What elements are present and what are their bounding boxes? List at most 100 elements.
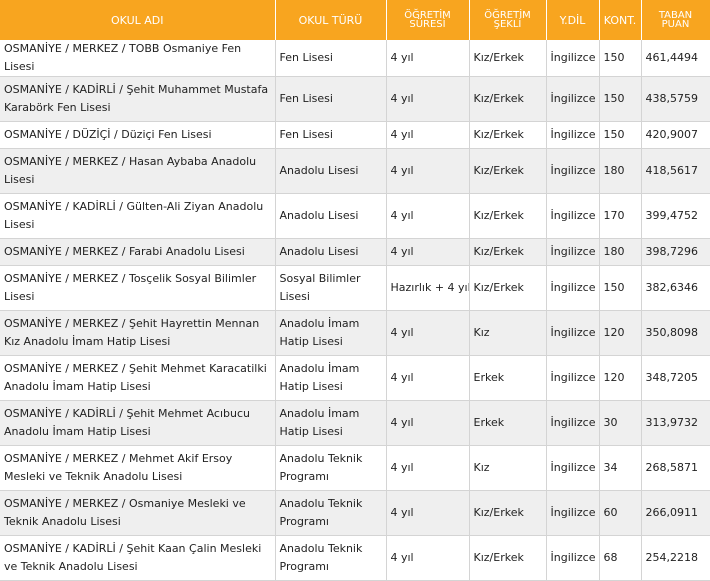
quota-cell: 150 (599, 40, 642, 77)
school-type-cell: Fen Lisesi (275, 76, 387, 122)
language-cell: İngilizce (546, 445, 600, 491)
school-type-cell: Anadolu Teknik Programı (275, 490, 387, 536)
table-row: OSMANİYE / KADİRLİ / Şehit Mehmet Acıbuc… (0, 400, 710, 446)
education-form-cell: Kız/Erkek (469, 535, 547, 581)
header-row: OKUL ADI OKUL TÜRÜ ÖĞRETİM SÜRESİ ÖĞRETİ… (0, 0, 710, 40)
header-duration-line2: SÜRESİ (409, 19, 446, 30)
language-cell: İngilizce (546, 535, 600, 581)
base-score-cell: 348,7205 (641, 355, 710, 401)
base-score-cell: 418,5617 (641, 148, 710, 194)
quota-cell: 170 (599, 193, 642, 239)
quota-cell: 180 (599, 238, 642, 266)
education-form-cell: Erkek (469, 400, 547, 446)
school-name-cell: OSMANİYE / MERKEZ / Şehit Mehmet Karacat… (0, 355, 276, 401)
duration-cell: 4 yıl (386, 310, 470, 356)
table-row: OSMANİYE / KADİRLİ / Şehit Muhammet Must… (0, 76, 710, 122)
base-score-cell: 268,5871 (641, 445, 710, 491)
school-type-cell: Anadolu İmam Hatip Lisesi (275, 355, 387, 401)
base-score-cell: 399,4752 (641, 193, 710, 239)
school-name-cell: OSMANİYE / MERKEZ / Hasan Aybaba Anadolu… (0, 148, 276, 194)
school-type-cell: Anadolu İmam Hatip Lisesi (275, 400, 387, 446)
table-row: OSMANİYE / MERKEZ / Mehmet Akif Ersoy Me… (0, 445, 710, 491)
school-name-cell: OSMANİYE / KADİRLİ / Gülten-Ali Ziyan An… (0, 193, 276, 239)
base-score-cell: 254,2218 (641, 535, 710, 581)
base-score-cell: 313,9732 (641, 400, 710, 446)
table-row: OSMANİYE / KADİRLİ / Şehit Kaan Çalin Me… (0, 535, 710, 581)
header-form[interactable]: ÖĞRETİM ŞEKLİ (469, 0, 547, 40)
base-score-cell: 350,8098 (641, 310, 710, 356)
education-form-cell: Kız/Erkek (469, 265, 547, 311)
education-form-cell: Kız (469, 445, 547, 491)
duration-cell: 4 yıl (386, 490, 470, 536)
language-cell: İngilizce (546, 490, 600, 536)
school-type-cell: Fen Lisesi (275, 121, 387, 149)
education-form-cell: Kız/Erkek (469, 490, 547, 536)
language-cell: İngilizce (546, 238, 600, 266)
school-name-cell: OSMANİYE / MERKEZ / Osmaniye Mesleki ve … (0, 490, 276, 536)
school-type-cell: Anadolu İmam Hatip Lisesi (275, 310, 387, 356)
school-type-cell: Anadolu Lisesi (275, 193, 387, 239)
school-name-cell: OSMANİYE / KADİRLİ / Şehit Mehmet Acıbuc… (0, 400, 276, 446)
table-row: OSMANİYE / MERKEZ / TOBB Osmaniye Fen Li… (0, 40, 710, 77)
quota-cell: 120 (599, 310, 642, 356)
duration-cell: 4 yıl (386, 535, 470, 581)
duration-cell: 4 yıl (386, 355, 470, 401)
header-school-type[interactable]: OKUL TÜRÜ (275, 0, 387, 40)
base-score-cell: 461,4494 (641, 40, 710, 77)
table-body: OSMANİYE / MERKEZ / TOBB Osmaniye Fen Li… (0, 40, 710, 581)
duration-cell: 4 yıl (386, 400, 470, 446)
language-cell: İngilizce (546, 310, 600, 356)
header-language[interactable]: Y.DİL (546, 0, 600, 40)
school-name-cell: OSMANİYE / MERKEZ / TOBB Osmaniye Fen Li… (0, 40, 276, 77)
school-name-cell: OSMANİYE / MERKEZ / Şehit Hayrettin Menn… (0, 310, 276, 356)
school-score-table: OKUL ADI OKUL TÜRÜ ÖĞRETİM SÜRESİ ÖĞRETİ… (0, 0, 710, 581)
header-score[interactable]: TABAN PUAN (641, 0, 710, 40)
school-name-cell: OSMANİYE / KADİRLİ / Şehit Kaan Çalin Me… (0, 535, 276, 581)
base-score-cell: 438,5759 (641, 76, 710, 122)
duration-cell: 4 yıl (386, 193, 470, 239)
quota-cell: 30 (599, 400, 642, 446)
duration-cell: 4 yıl (386, 445, 470, 491)
school-name-cell: OSMANİYE / KADİRLİ / Şehit Muhammet Must… (0, 76, 276, 122)
duration-cell: 4 yıl (386, 121, 470, 149)
education-form-cell: Erkek (469, 355, 547, 401)
table-row: OSMANİYE / MERKEZ / Şehit Hayrettin Menn… (0, 310, 710, 356)
table-row: OSMANİYE / MERKEZ / Hasan Aybaba Anadolu… (0, 148, 710, 194)
school-type-cell: Anadolu Lisesi (275, 238, 387, 266)
table-header: OKUL ADI OKUL TÜRÜ ÖĞRETİM SÜRESİ ÖĞRETİ… (0, 0, 710, 40)
school-type-cell: Fen Lisesi (275, 40, 387, 77)
table-row: OSMANİYE / MERKEZ / Şehit Mehmet Karacat… (0, 355, 710, 401)
school-name-cell: OSMANİYE / MERKEZ / Tosçelik Sosyal Bili… (0, 265, 276, 311)
duration-cell: 4 yıl (386, 238, 470, 266)
education-form-cell: Kız/Erkek (469, 40, 547, 77)
school-type-cell: Anadolu Teknik Programı (275, 445, 387, 491)
education-form-cell: Kız/Erkek (469, 238, 547, 266)
base-score-cell: 420,9007 (641, 121, 710, 149)
education-form-cell: Kız/Erkek (469, 148, 547, 194)
header-school-name[interactable]: OKUL ADI (0, 0, 276, 40)
language-cell: İngilizce (546, 355, 600, 401)
base-score-cell: 382,6346 (641, 265, 710, 311)
base-score-cell: 398,7296 (641, 238, 710, 266)
duration-cell: Hazırlık + 4 yıl (386, 265, 470, 311)
school-type-cell: Anadolu Teknik Programı (275, 535, 387, 581)
language-cell: İngilizce (546, 400, 600, 446)
base-score-cell: 266,0911 (641, 490, 710, 536)
language-cell: İngilizce (546, 121, 600, 149)
duration-cell: 4 yıl (386, 40, 470, 77)
header-form-line2: ŞEKLİ (493, 19, 522, 30)
language-cell: İngilizce (546, 76, 600, 122)
header-duration[interactable]: ÖĞRETİM SÜRESİ (386, 0, 470, 40)
table-row: OSMANİYE / MERKEZ / Farabi Anadolu Lises… (0, 238, 710, 266)
quota-cell: 180 (599, 148, 642, 194)
duration-cell: 4 yıl (386, 148, 470, 194)
education-form-cell: Kız/Erkek (469, 121, 547, 149)
language-cell: İngilizce (546, 148, 600, 194)
school-name-cell: OSMANİYE / MERKEZ / Farabi Anadolu Lises… (0, 238, 276, 266)
language-cell: İngilizce (546, 193, 600, 239)
header-quota[interactable]: KONT. (599, 0, 642, 40)
quota-cell: 150 (599, 76, 642, 122)
language-cell: İngilizce (546, 265, 600, 311)
education-form-cell: Kız/Erkek (469, 76, 547, 122)
table-row: OSMANİYE / MERKEZ / Osmaniye Mesleki ve … (0, 490, 710, 536)
